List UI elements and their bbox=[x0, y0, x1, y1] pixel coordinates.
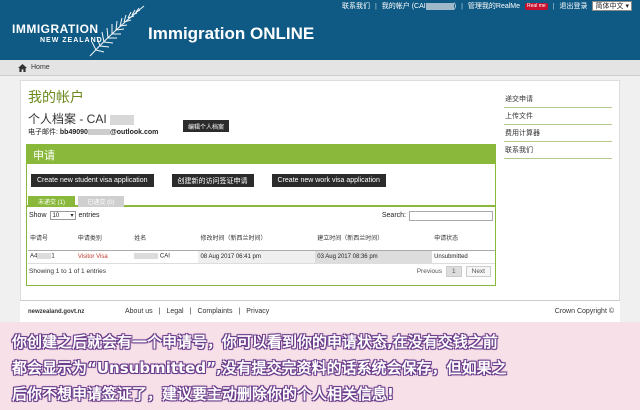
new-work-visa-button[interactable]: Create new work visa application bbox=[271, 174, 386, 187]
footer-link-complaints[interactable]: Complaints bbox=[197, 308, 232, 315]
footer-links: About us | Legal | Complaints | Privacy bbox=[125, 308, 269, 315]
cell-category-link[interactable]: Visitor Visa bbox=[75, 250, 133, 264]
redacted-text bbox=[110, 114, 135, 125]
column-header[interactable]: 申请类别 bbox=[75, 225, 133, 251]
reference-prefix: A4 bbox=[30, 253, 38, 260]
caption-line: 都会显示为“Unsubmitted”,没有提交完资料的话系统会保存，但如果之 bbox=[12, 359, 507, 377]
page-footer: newzealand.govt.nz About us | Legal | Co… bbox=[20, 300, 620, 322]
edit-profile-button[interactable]: 编辑个人档案 bbox=[183, 120, 230, 132]
email-label: 电子邮件: bbox=[28, 129, 58, 136]
email-row: 电子邮件: bb49090 @outlook.com bbox=[28, 127, 158, 137]
redacted-text bbox=[134, 253, 159, 260]
table-header-row: 申请号 申请类别 姓名 修改时间（新西兰时间） 建立时间（新西兰时间） 申请状态 bbox=[28, 225, 495, 251]
logout-link[interactable]: 退出登录 bbox=[559, 1, 587, 11]
home-icon[interactable] bbox=[18, 63, 27, 72]
cell-modified: 08 Aug 2017 06:41 pm bbox=[198, 250, 316, 264]
table-search: Search: bbox=[381, 210, 493, 221]
side-menu: 递交申请 上传文件 费用计算器 联系我们 bbox=[504, 91, 612, 159]
chevron-down-icon: ▾ bbox=[625, 3, 629, 10]
crown-copyright: Crown Copyright © bbox=[554, 308, 614, 315]
profile-title: 个人档案 - CAI bbox=[28, 110, 135, 127]
site-header: IMMIGRATION NEW ZEALAND Immigration ONLI… bbox=[0, 0, 640, 60]
footer-separator: | bbox=[189, 308, 192, 315]
paging-info: Showing 1 to 1 of 1 entries bbox=[29, 268, 106, 275]
search-label: Search: bbox=[381, 212, 406, 219]
column-header[interactable]: 申请状态 bbox=[432, 225, 495, 251]
my-account-label: 我的帐户 (CAI bbox=[381, 3, 426, 10]
email-prefix: bb49090 bbox=[59, 129, 88, 136]
main-panel: 我的帐户 个人档案 - CAI 电子邮件: bb49090 @outlook.co… bbox=[20, 80, 620, 320]
new-visitor-visa-button[interactable]: 创建新的访问签证申请 bbox=[171, 174, 254, 187]
footer-separator: | bbox=[238, 308, 241, 315]
sidebar-item-fee-calculator[interactable]: 费用计算器 bbox=[504, 125, 612, 142]
column-header[interactable]: 修改时间（新西兰时间） bbox=[198, 225, 316, 251]
column-header[interactable]: 建立时间（新西兰时间） bbox=[315, 225, 433, 251]
show-label: Show bbox=[29, 212, 47, 219]
language-value: 简体中文 bbox=[595, 3, 624, 10]
create-buttons: Create new student visa application 创建新的… bbox=[31, 174, 386, 187]
cell-reference: A4 1 bbox=[28, 250, 76, 264]
pager: Previous 1 Next bbox=[417, 266, 491, 277]
caption-line: 后你不想申请签证了，建议要主动删除你的个人相关信息! bbox=[12, 385, 394, 403]
page-size-value: 10 bbox=[52, 212, 60, 219]
separator: | bbox=[461, 2, 463, 10]
realme-logo-icon: Real me bbox=[525, 2, 548, 10]
redacted-text bbox=[37, 253, 52, 260]
separator: | bbox=[374, 2, 377, 10]
govt-logo[interactable]: newzealand.govt.nz bbox=[28, 309, 84, 315]
profile-label: 个人档案 - CAI bbox=[28, 112, 107, 126]
entries-label: entries bbox=[78, 212, 100, 219]
table-row[interactable]: A4 1 Visitor Visa CAI 08 Aug 2017 06:41 p… bbox=[28, 250, 495, 264]
footer-separator: | bbox=[158, 308, 161, 315]
chevron-down-icon: ▾ bbox=[70, 213, 74, 219]
silver-fern-icon bbox=[89, 5, 145, 57]
applications-table: 申请号 申请类别 姓名 修改时间（新西兰时间） 建立时间（新西兰时间） 申请状态… bbox=[28, 225, 495, 264]
language-select[interactable]: 简体中文 ▾ bbox=[592, 1, 632, 11]
reference-suffix: 1 bbox=[51, 253, 55, 260]
cell-name: CAI bbox=[132, 250, 199, 264]
column-header[interactable]: 申请号 bbox=[28, 225, 76, 251]
breadcrumb: Home bbox=[0, 60, 640, 76]
tab-submitted[interactable]: 已递交 (0) bbox=[78, 196, 124, 207]
my-account-link[interactable]: 我的帐户 (CAI) bbox=[382, 1, 456, 11]
separator: | bbox=[552, 2, 555, 10]
cell-status: Unsubmitted bbox=[432, 250, 495, 264]
sidebar-item-submit-application[interactable]: 递交申请 bbox=[504, 91, 612, 108]
sidebar-item-upload-documents[interactable]: 上传文件 bbox=[504, 108, 612, 125]
applications-heading: 申请 bbox=[27, 145, 495, 164]
app-title: Immigration ONLINE bbox=[148, 24, 315, 43]
page-size-select[interactable]: 10 ▾ bbox=[49, 211, 76, 220]
footer-link-about[interactable]: About us bbox=[125, 308, 153, 315]
table-controls: Show 10 ▾ entries Search: bbox=[29, 210, 493, 221]
redacted-text bbox=[87, 129, 110, 136]
breadcrumb-home[interactable]: Home bbox=[31, 64, 50, 71]
next-page-button[interactable]: Next bbox=[465, 266, 491, 277]
search-input[interactable] bbox=[409, 210, 493, 221]
caption-line: 你创建之后就会有一个申请号，你可以看到你的申请状态,在没有交钱之前 bbox=[12, 333, 498, 351]
top-links: 联系我们 | 我的帐户 (CAI) | 管理我的RealMe Real me |… bbox=[342, 1, 632, 11]
applications-box: 申请 Create new student visa application 创… bbox=[26, 144, 496, 286]
contact-link[interactable]: 联系我们 bbox=[342, 1, 370, 11]
footer-link-legal[interactable]: Legal bbox=[166, 308, 183, 315]
manage-realme-link[interactable]: 管理我的RealMe bbox=[468, 1, 520, 11]
applicant-name: CAI bbox=[159, 253, 170, 260]
caption-overlay: 你创建之后就会有一个申请号，你可以看到你的申请状态,在没有交钱之前 都会显示为“… bbox=[0, 322, 640, 410]
column-header[interactable]: 姓名 bbox=[132, 225, 199, 251]
new-student-visa-button[interactable]: Create new student visa application bbox=[31, 174, 154, 187]
cell-created: 03 Aug 2017 08:36 pm bbox=[315, 250, 433, 264]
previous-page-button[interactable]: Previous bbox=[417, 268, 442, 275]
tab-unsubmitted[interactable]: 未递交 (1) bbox=[28, 196, 75, 207]
redacted-text bbox=[425, 2, 454, 10]
page-button-current[interactable]: 1 bbox=[446, 266, 462, 277]
page-title: 我的帐户 bbox=[28, 89, 84, 105]
footer-link-privacy[interactable]: Privacy bbox=[246, 308, 269, 315]
sidebar-item-contact-us[interactable]: 联系我们 bbox=[504, 142, 612, 159]
email-suffix: @outlook.com bbox=[109, 129, 159, 136]
application-tabs: 未递交 (1) 已递交 (0) bbox=[27, 196, 495, 207]
